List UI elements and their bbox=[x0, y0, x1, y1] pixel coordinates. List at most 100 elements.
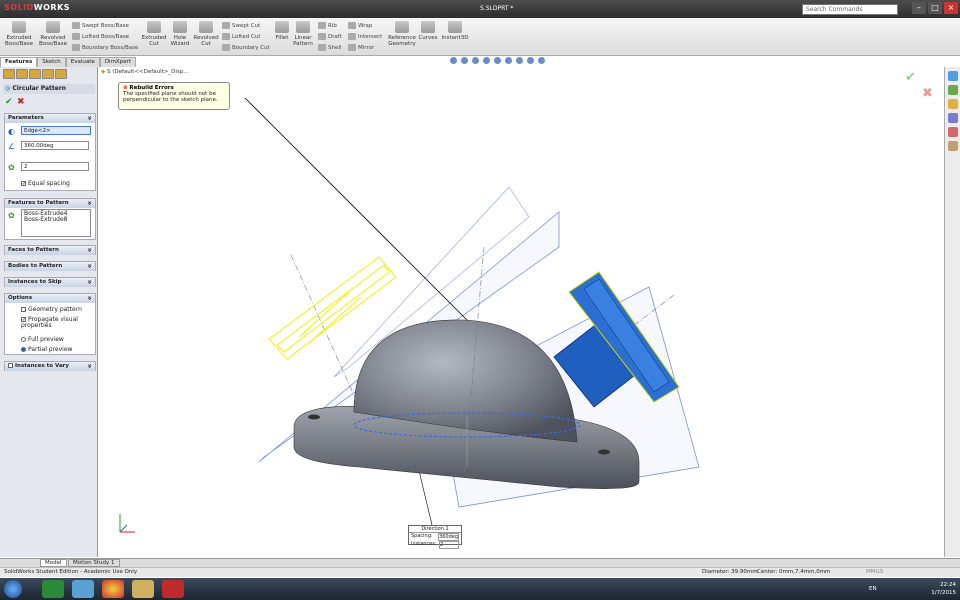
resources-icon[interactable] bbox=[947, 71, 958, 81]
partial-preview-radio[interactable]: Partial preview bbox=[21, 346, 72, 353]
intersect-button[interactable]: Intersect bbox=[348, 33, 382, 40]
design-library-icon[interactable] bbox=[947, 85, 958, 95]
dimxpert-manager-tab-icon[interactable] bbox=[42, 69, 54, 79]
lofted-cut-icon bbox=[222, 33, 230, 40]
media-player-icon[interactable] bbox=[72, 580, 94, 598]
solidworks-logo[interactable]: SOLIDWORKS bbox=[4, 3, 70, 12]
system-clock[interactable]: 22:24 1/7/2015 bbox=[931, 581, 956, 597]
cancel-x-icon[interactable]: ✖ bbox=[17, 97, 25, 107]
shell-button[interactable]: Shell bbox=[318, 44, 341, 51]
instances-to-skip-header[interactable]: Instances to Skip bbox=[5, 278, 95, 287]
utorrent-icon[interactable] bbox=[42, 580, 64, 598]
curves-icon bbox=[421, 21, 435, 33]
extruded-boss-button[interactable]: Extruded Boss/Base bbox=[4, 21, 34, 47]
curves-button[interactable]: Curves bbox=[418, 21, 438, 41]
chrome-icon[interactable] bbox=[102, 580, 124, 598]
geometry-pattern-checkbox[interactable]: Geometry pattern bbox=[21, 306, 82, 313]
ok-check-icon[interactable]: ✔ bbox=[5, 97, 13, 107]
view-orientation-icon[interactable] bbox=[494, 57, 501, 64]
swept-cut-button[interactable]: Swept Cut bbox=[222, 22, 260, 29]
axis-line[interactable] bbox=[290, 254, 358, 403]
maximize-button[interactable]: □ bbox=[928, 2, 942, 14]
previous-view-icon[interactable] bbox=[472, 57, 479, 64]
linear-pattern-button[interactable]: Linear Pattern bbox=[292, 21, 314, 47]
mount-hole[interactable] bbox=[598, 449, 610, 455]
rib-icon bbox=[318, 22, 326, 29]
edit-appearance-icon[interactable] bbox=[527, 57, 534, 64]
features-to-pattern-header[interactable]: Features to Pattern bbox=[5, 199, 95, 208]
sketch-line[interactable] bbox=[244, 97, 480, 333]
custom-properties-icon[interactable] bbox=[947, 141, 958, 151]
graphics-area[interactable]: ◆ S (Default<<Default>_Disp... bbox=[99, 67, 944, 557]
rib-button[interactable]: Rib bbox=[318, 22, 337, 29]
title-bar: SOLIDWORKS S.SLDPRT * Search Commands – … bbox=[0, 0, 960, 18]
instances-field[interactable]: 2 bbox=[21, 162, 89, 171]
tab-motion-study[interactable]: Motion Study 1 bbox=[68, 559, 120, 567]
tab-features[interactable]: Features bbox=[0, 57, 38, 67]
display-style-icon[interactable] bbox=[505, 57, 512, 64]
configuration-manager-tab-icon[interactable] bbox=[29, 69, 41, 79]
revolved-cut-button[interactable]: Revolved Cut bbox=[193, 21, 219, 47]
minimize-button[interactable]: – bbox=[912, 2, 926, 14]
swept-cut-icon bbox=[222, 22, 230, 29]
equal-spacing-checkbox[interactable]: ✓ Equal spacing bbox=[21, 180, 70, 187]
mount-hole[interactable] bbox=[308, 414, 320, 420]
confirm-cancel-icon[interactable]: ✖ bbox=[922, 86, 933, 101]
property-manager-tab-icon[interactable] bbox=[16, 69, 28, 79]
language-indicator[interactable]: EN bbox=[869, 586, 877, 592]
wrap-button[interactable]: Wrap bbox=[348, 22, 372, 29]
callout-spacing-value[interactable]: 360deg bbox=[438, 533, 459, 541]
extruded-cut-button[interactable]: Extruded Cut bbox=[140, 21, 168, 47]
draft-button[interactable]: Draft bbox=[318, 33, 342, 40]
tab-model[interactable]: Model bbox=[40, 559, 67, 567]
tab-evaluate[interactable]: Evaluate bbox=[65, 57, 100, 67]
pattern-axis-field[interactable]: Edge<2> bbox=[21, 126, 91, 135]
model-view-svg[interactable] bbox=[99, 67, 944, 557]
angle-field[interactable]: 360.00deg bbox=[21, 141, 89, 150]
propagate-visual-checkbox[interactable]: ✓ Propagate visual properties bbox=[21, 317, 95, 329]
zoom-to-fit-icon[interactable] bbox=[450, 57, 457, 64]
list-item[interactable]: Boss-Extrude8 bbox=[24, 217, 88, 223]
search-commands-input[interactable]: Search Commands bbox=[802, 4, 898, 15]
fillet-button[interactable]: Fillet bbox=[272, 21, 292, 41]
instant3d-button[interactable]: Instant3D bbox=[440, 21, 470, 41]
units-indicator[interactable]: MMGS bbox=[866, 569, 883, 575]
faces-to-pattern-header[interactable]: Faces to Pattern bbox=[5, 246, 95, 255]
display-manager-tab-icon[interactable] bbox=[55, 69, 67, 79]
features-listbox[interactable]: Boss-Extrude4 Boss-Extrude8 bbox=[21, 209, 91, 237]
file-explorer-taskbar-icon[interactable] bbox=[132, 580, 154, 598]
boundary-cut-button[interactable]: Boundary Cut bbox=[222, 44, 270, 51]
tab-sketch[interactable]: Sketch bbox=[37, 57, 66, 67]
view-palette-icon[interactable] bbox=[947, 113, 958, 123]
tab-dimxpert[interactable]: DimXpert bbox=[99, 57, 136, 67]
close-button[interactable]: × bbox=[944, 2, 958, 14]
reference-geometry-button[interactable]: Reference Geometry bbox=[386, 21, 418, 47]
heads-up-view-toolbar bbox=[450, 57, 600, 67]
full-preview-radio[interactable]: Full preview bbox=[21, 336, 64, 343]
revolved-boss-button[interactable]: Revolved Boss/Base bbox=[38, 21, 68, 47]
file-explorer-icon[interactable] bbox=[947, 99, 958, 109]
mirror-button[interactable]: Mirror bbox=[348, 44, 374, 51]
scene-icon[interactable] bbox=[538, 57, 545, 64]
hide-show-icon[interactable] bbox=[516, 57, 523, 64]
direction-callout[interactable]: Direction 1 Spacing: 360deg Instances: 2 bbox=[408, 525, 462, 549]
lofted-boss-button[interactable]: Lofted Boss/Base bbox=[72, 33, 129, 40]
swept-boss-button[interactable]: Swept Boss/Base bbox=[72, 22, 129, 29]
instances-to-vary-header[interactable]: Instances to Vary bbox=[5, 362, 95, 371]
bodies-to-pattern-header[interactable]: Bodies to Pattern bbox=[5, 262, 95, 271]
coordinate-triad bbox=[119, 514, 135, 533]
boundary-boss-button[interactable]: Boundary Boss/Base bbox=[72, 44, 138, 51]
options-header[interactable]: Options bbox=[5, 294, 95, 303]
start-button-icon[interactable] bbox=[4, 580, 22, 598]
hole-wizard-button[interactable]: Hole Wizard bbox=[168, 21, 192, 47]
section-view-icon[interactable] bbox=[483, 57, 490, 64]
callout-instances-value[interactable]: 2 bbox=[439, 541, 459, 549]
feature-manager-tab-icon[interactable] bbox=[3, 69, 15, 79]
solidworks-taskbar-icon[interactable] bbox=[162, 580, 184, 598]
revolve-icon bbox=[46, 21, 60, 33]
zoom-area-icon[interactable] bbox=[461, 57, 468, 64]
confirm-ok-icon[interactable]: ✔ bbox=[905, 70, 916, 85]
parameters-header[interactable]: Parameters bbox=[5, 114, 95, 123]
lofted-cut-button[interactable]: Lofted Cut bbox=[222, 33, 260, 40]
appearances-icon[interactable] bbox=[947, 127, 958, 137]
